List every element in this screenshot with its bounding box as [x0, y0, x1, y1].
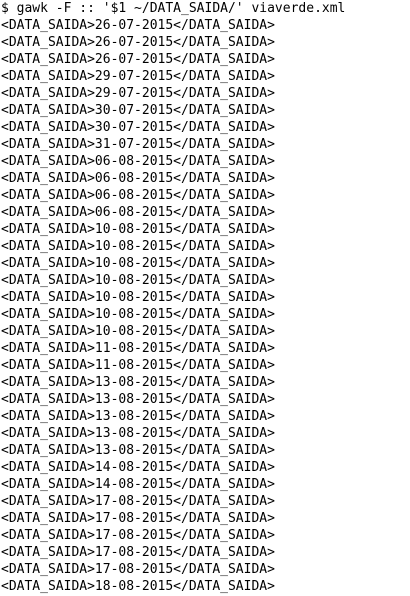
output-line: <DATA_SAIDA>10-08-2015</DATA_SAIDA>	[1, 239, 275, 254]
output-line: <DATA_SAIDA>06-08-2015</DATA_SAIDA>	[1, 154, 275, 169]
output-line: <DATA_SAIDA>26-07-2015</DATA_SAIDA>	[1, 52, 275, 67]
output-line: <DATA_SAIDA>29-07-2015</DATA_SAIDA>	[1, 69, 275, 84]
command-output: <DATA_SAIDA>26-07-2015</DATA_SAIDA> <DATA…	[1, 17, 410, 595]
output-line: <DATA_SAIDA>17-08-2015</DATA_SAIDA>	[1, 494, 275, 509]
output-line: <DATA_SAIDA>30-07-2015</DATA_SAIDA>	[1, 103, 275, 118]
output-line: <DATA_SAIDA>14-08-2015</DATA_SAIDA>	[1, 477, 275, 492]
output-line: <DATA_SAIDA>13-08-2015</DATA_SAIDA>	[1, 443, 275, 458]
output-line: <DATA_SAIDA>06-08-2015</DATA_SAIDA>	[1, 188, 275, 203]
output-line: <DATA_SAIDA>11-08-2015</DATA_SAIDA>	[1, 358, 275, 373]
output-line: <DATA_SAIDA>10-08-2015</DATA_SAIDA>	[1, 324, 275, 339]
output-line: <DATA_SAIDA>17-08-2015</DATA_SAIDA>	[1, 562, 275, 577]
output-line: <DATA_SAIDA>13-08-2015</DATA_SAIDA>	[1, 392, 275, 407]
output-line: <DATA_SAIDA>06-08-2015</DATA_SAIDA>	[1, 205, 275, 220]
output-line: <DATA_SAIDA>18-08-2015</DATA_SAIDA>	[1, 579, 275, 594]
output-line: <DATA_SAIDA>10-08-2015</DATA_SAIDA>	[1, 256, 275, 271]
output-line: <DATA_SAIDA>26-07-2015</DATA_SAIDA>	[1, 18, 275, 33]
output-line: <DATA_SAIDA>13-08-2015</DATA_SAIDA>	[1, 375, 275, 390]
output-line: <DATA_SAIDA>31-07-2015</DATA_SAIDA>	[1, 137, 275, 152]
output-line: <DATA_SAIDA>17-08-2015</DATA_SAIDA>	[1, 545, 275, 560]
output-line: <DATA_SAIDA>10-08-2015</DATA_SAIDA>	[1, 273, 275, 288]
output-line: <DATA_SAIDA>13-08-2015</DATA_SAIDA>	[1, 426, 275, 441]
output-line: <DATA_SAIDA>26-07-2015</DATA_SAIDA>	[1, 35, 275, 50]
output-line: <DATA_SAIDA>29-07-2015</DATA_SAIDA>	[1, 86, 275, 101]
command-line: $ gawk -F :: '$1 ~/DATA_SAIDA/' viaverde…	[1, 1, 346, 16]
output-line: <DATA_SAIDA>30-07-2015</DATA_SAIDA>	[1, 120, 275, 135]
output-line: <DATA_SAIDA>14-08-2015</DATA_SAIDA>	[1, 460, 275, 475]
output-line: <DATA_SAIDA>17-08-2015</DATA_SAIDA>	[1, 528, 275, 543]
output-line: <DATA_SAIDA>10-08-2015</DATA_SAIDA>	[1, 222, 275, 237]
output-line: <DATA_SAIDA>10-08-2015</DATA_SAIDA>	[1, 290, 275, 305]
output-line: <DATA_SAIDA>06-08-2015</DATA_SAIDA>	[1, 171, 275, 186]
output-line: <DATA_SAIDA>11-08-2015</DATA_SAIDA>	[1, 341, 275, 356]
output-line: <DATA_SAIDA>17-08-2015</DATA_SAIDA>	[1, 511, 275, 526]
output-line: <DATA_SAIDA>10-08-2015</DATA_SAIDA>	[1, 307, 275, 322]
output-line: <DATA_SAIDA>13-08-2015</DATA_SAIDA>	[1, 409, 275, 424]
terminal-window[interactable]: $ gawk -F :: '$1 ~/DATA_SAIDA/' viaverde…	[0, 0, 410, 596]
